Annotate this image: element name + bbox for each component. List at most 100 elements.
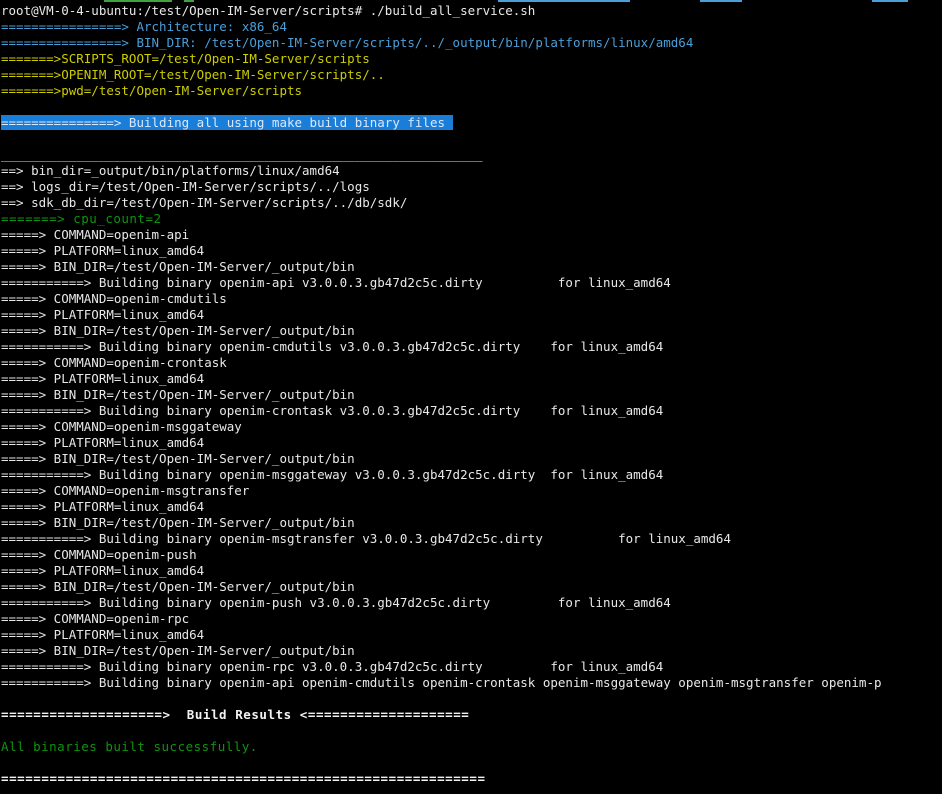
clipped-line-fragment xyxy=(700,0,742,2)
terminal-line: =======>SCRIPTS_ROOT=/test/Open-IM-Serve… xyxy=(1,51,942,67)
terminal-line-text: =====> BIN_DIR=/test/Open-IM-Server/_out… xyxy=(1,259,355,274)
terminal-line-text: =====> COMMAND=openim-crontask xyxy=(1,355,227,370)
clipped-line-fragment xyxy=(104,0,172,2)
terminal-line: =====> BIN_DIR=/test/Open-IM-Server/_out… xyxy=(1,451,942,467)
terminal-line: =====> COMMAND=openim-cmdutils xyxy=(1,291,942,307)
terminal-line: =====> PLATFORM=linux_amd64 xyxy=(1,371,942,387)
terminal-line xyxy=(1,131,942,147)
terminal-line-text: =====> PLATFORM=linux_amd64 xyxy=(1,499,204,514)
terminal-line xyxy=(1,99,942,115)
terminal-line-text: ===========> Building binary openim-api … xyxy=(1,675,882,690)
terminal-line: ________________________________________… xyxy=(1,147,942,163)
terminal-line: ===============> Building all using make… xyxy=(1,115,942,131)
terminal-line: =====> BIN_DIR=/test/Open-IM-Server/_out… xyxy=(1,515,942,531)
terminal-line-text: =====> COMMAND=openim-rpc xyxy=(1,611,189,626)
terminal-line-text: =====> BIN_DIR=/test/Open-IM-Server/_out… xyxy=(1,515,355,530)
terminal-line-text: =====> COMMAND=openim-api xyxy=(1,227,189,242)
terminal-line: =====> COMMAND=openim-push xyxy=(1,547,942,563)
terminal-line-text: =====> BIN_DIR=/test/Open-IM-Server/_out… xyxy=(1,451,355,466)
terminal-line-text: =======>SCRIPTS_ROOT=/test/Open-IM-Serve… xyxy=(1,51,370,66)
terminal-window[interactable]: root@VM-0-4-ubuntu:/test/Open-IM-Server/… xyxy=(0,0,942,794)
terminal-line-text: =====> BIN_DIR=/test/Open-IM-Server/_out… xyxy=(1,579,355,594)
terminal-line-text: =====> PLATFORM=linux_amd64 xyxy=(1,243,204,258)
terminal-line-text: All binaries built successfully. xyxy=(1,739,258,754)
terminal-output[interactable]: root@VM-0-4-ubuntu:/test/Open-IM-Server/… xyxy=(0,3,942,787)
terminal-line: =====> COMMAND=openim-msggateway xyxy=(1,419,942,435)
terminal-line-text: ==> sdk_db_dir=/test/Open-IM-Server/scri… xyxy=(1,195,407,210)
terminal-line: ===========> Building binary openim-api … xyxy=(1,275,942,291)
terminal-line xyxy=(1,755,942,771)
terminal-line-text: =====> PLATFORM=linux_amd64 xyxy=(1,307,204,322)
terminal-line: ==> logs_dir=/test/Open-IM-Server/script… xyxy=(1,179,942,195)
terminal-line: ====================> Build Results <===… xyxy=(1,707,942,723)
terminal-line: ================> Architecture: x86_64 xyxy=(1,19,942,35)
terminal-line: =====> BIN_DIR=/test/Open-IM-Server/_out… xyxy=(1,323,942,339)
terminal-line-text: ================> BIN_DIR: /test/Open-IM… xyxy=(1,35,693,50)
terminal-line-text: ===========> Building binary openim-msgt… xyxy=(1,531,731,546)
terminal-line-text: ========================================… xyxy=(1,771,486,786)
terminal-line: =====> COMMAND=openim-api xyxy=(1,227,942,243)
terminal-line-text: =====> PLATFORM=linux_amd64 xyxy=(1,435,204,450)
terminal-line: ===========> Building binary openim-msgg… xyxy=(1,467,942,483)
terminal-line: =====> COMMAND=openim-msgtransfer xyxy=(1,483,942,499)
terminal-line: ================> BIN_DIR: /test/Open-IM… xyxy=(1,35,942,51)
terminal-line-text: root@VM-0-4-ubuntu:/test/Open-IM-Server/… xyxy=(1,3,535,18)
terminal-line: =====> PLATFORM=linux_amd64 xyxy=(1,243,942,259)
terminal-line: =====> BIN_DIR=/test/Open-IM-Server/_out… xyxy=(1,387,942,403)
terminal-line xyxy=(1,691,942,707)
terminal-line: ===========> Building binary openim-push… xyxy=(1,595,942,611)
terminal-line: =====> PLATFORM=linux_amd64 xyxy=(1,563,942,579)
terminal-line-text: =======>pwd=/test/Open-IM-Server/scripts xyxy=(1,83,302,98)
terminal-line-text: ===========> Building binary openim-cron… xyxy=(1,403,663,418)
terminal-line: =====> BIN_DIR=/test/Open-IM-Server/_out… xyxy=(1,259,942,275)
terminal-line-text: ===========> Building binary openim-push… xyxy=(1,595,671,610)
terminal-line: =====> PLATFORM=linux_amd64 xyxy=(1,627,942,643)
terminal-line: =====> COMMAND=openim-crontask xyxy=(1,355,942,371)
terminal-line-text: ===========> Building binary openim-cmdu… xyxy=(1,339,663,354)
terminal-line: =====> COMMAND=openim-rpc xyxy=(1,611,942,627)
terminal-line: ===========> Building binary openim-api … xyxy=(1,675,942,691)
terminal-line-text: ==> bin_dir=_output/bin/platforms/linux/… xyxy=(1,163,340,178)
terminal-line: =====> PLATFORM=linux_amd64 xyxy=(1,307,942,323)
terminal-line-text: ________________________________________… xyxy=(1,147,483,162)
clipped-line-fragment xyxy=(498,0,630,2)
terminal-line-text: ====================> Build Results <===… xyxy=(1,707,469,722)
highlighted-status-text: ===============> Building all using make… xyxy=(1,115,453,130)
terminal-line: ===========> Building binary openim-rpc … xyxy=(1,659,942,675)
terminal-line: ===========> Building binary openim-cron… xyxy=(1,403,942,419)
terminal-line-text: =====> BIN_DIR=/test/Open-IM-Server/_out… xyxy=(1,323,355,338)
terminal-line-text: ===========> Building binary openim-rpc … xyxy=(1,659,663,674)
terminal-line: =====> BIN_DIR=/test/Open-IM-Server/_out… xyxy=(1,579,942,595)
clipped-line-fragment xyxy=(184,0,194,2)
terminal-line-text: =====> COMMAND=openim-push xyxy=(1,547,197,562)
terminal-line-text: =======>OPENIM_ROOT=/test/Open-IM-Server… xyxy=(1,67,385,82)
terminal-line-text: =====> PLATFORM=linux_amd64 xyxy=(1,371,204,386)
terminal-line: root@VM-0-4-ubuntu:/test/Open-IM-Server/… xyxy=(1,3,942,19)
terminal-line-text: =====> BIN_DIR=/test/Open-IM-Server/_out… xyxy=(1,643,355,658)
terminal-line: =======>OPENIM_ROOT=/test/Open-IM-Server… xyxy=(1,67,942,83)
terminal-line-text: =====> PLATFORM=linux_amd64 xyxy=(1,563,204,578)
terminal-line: ==> bin_dir=_output/bin/platforms/linux/… xyxy=(1,163,942,179)
terminal-line: ===========> Building binary openim-msgt… xyxy=(1,531,942,547)
terminal-line-text: ===========> Building binary openim-api … xyxy=(1,275,671,290)
terminal-line: =======> cpu_count=2 xyxy=(1,211,942,227)
terminal-line-text: =====> BIN_DIR=/test/Open-IM-Server/_out… xyxy=(1,387,355,402)
terminal-line: ===========> Building binary openim-cmdu… xyxy=(1,339,942,355)
terminal-line: =====> BIN_DIR=/test/Open-IM-Server/_out… xyxy=(1,643,942,659)
terminal-line-text: ==> logs_dir=/test/Open-IM-Server/script… xyxy=(1,179,370,194)
terminal-line-text: =====> PLATFORM=linux_amd64 xyxy=(1,627,204,642)
terminal-line: =====> PLATFORM=linux_amd64 xyxy=(1,435,942,451)
terminal-line-text: ===========> Building binary openim-msgg… xyxy=(1,467,663,482)
terminal-line: ========================================… xyxy=(1,771,942,787)
terminal-line xyxy=(1,723,942,739)
terminal-line: ==> sdk_db_dir=/test/Open-IM-Server/scri… xyxy=(1,195,942,211)
terminal-line: =======>pwd=/test/Open-IM-Server/scripts xyxy=(1,83,942,99)
terminal-line: All binaries built successfully. xyxy=(1,739,942,755)
terminal-line-text: ================> Architecture: x86_64 xyxy=(1,19,287,34)
terminal-line-text: =======> cpu_count=2 xyxy=(1,211,162,226)
terminal-line-text: =====> COMMAND=openim-cmdutils xyxy=(1,291,227,306)
clipped-line-fragment xyxy=(872,0,908,2)
terminal-line-text: =====> COMMAND=openim-msgtransfer xyxy=(1,483,249,498)
terminal-line-text: =====> COMMAND=openim-msggateway xyxy=(1,419,242,434)
terminal-line: =====> PLATFORM=linux_amd64 xyxy=(1,499,942,515)
